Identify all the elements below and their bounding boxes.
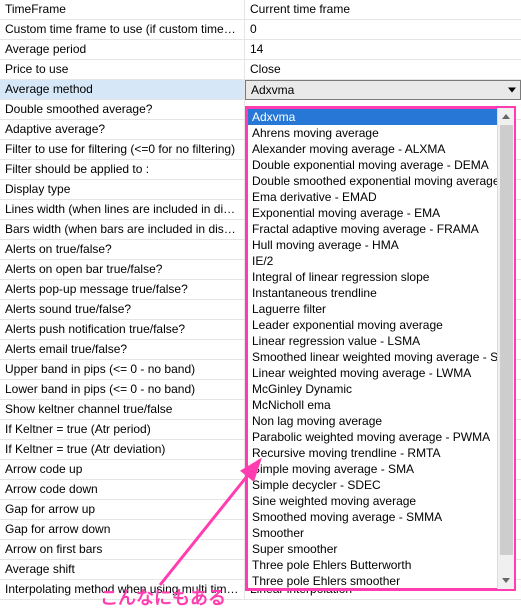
property-label: Adaptive average? (0, 120, 245, 139)
property-label: Bars width (when bars are included in di… (0, 220, 245, 239)
chevron-up-icon (502, 114, 510, 119)
property-label: Arrow on first bars (0, 540, 245, 559)
average-method-dropdown[interactable]: AdxvmaAhrens moving averageAlexander mov… (246, 107, 515, 590)
dropdown-scrollbar[interactable] (497, 108, 514, 589)
dropdown-option[interactable]: IE/2 (247, 253, 497, 269)
property-label: Gap for arrow down (0, 520, 245, 539)
property-label: TimeFrame (0, 0, 245, 19)
dropdown-option[interactable]: Recursive moving trendline - RMTA (247, 445, 497, 461)
property-label: Lines width (when lines are included in … (0, 200, 245, 219)
property-label: Show keltner channel true/false (0, 400, 245, 419)
dropdown-option[interactable]: Hull moving average - HMA (247, 237, 497, 253)
dropdown-option[interactable]: Three pole Ehlers smoother (247, 573, 497, 589)
dropdown-option[interactable]: Leader exponential moving average (247, 317, 497, 333)
dropdown-option[interactable]: Smoother (247, 525, 497, 541)
dropdown-option[interactable]: Linear regression value - LSMA (247, 333, 497, 349)
property-row[interactable]: TimeFrameCurrent time frame (0, 0, 521, 20)
property-row[interactable]: Average period14 (0, 40, 521, 60)
property-label: Alerts push notification true/false? (0, 320, 245, 339)
property-label: Alerts on true/false? (0, 240, 245, 259)
dropdown-option[interactable]: Parabolic weighted moving average - PWMA (247, 429, 497, 445)
dropdown-option[interactable]: Three pole Ehlers Butterworth (247, 557, 497, 573)
dropdown-option[interactable]: Simple decycler - SDEC (247, 477, 497, 493)
dropdown-option[interactable]: Exponential moving average - EMA (247, 205, 497, 221)
dropdown-option[interactable]: Smoothed linear weighted moving average … (247, 349, 497, 365)
dropdown-option[interactable]: Instantaneous trendline (247, 285, 497, 301)
property-label: Lower band in pips (<= 0 - no band) (0, 380, 245, 399)
dropdown-option[interactable]: Linear weighted moving average - LWMA (247, 365, 497, 381)
property-label: Alerts email true/false? (0, 340, 245, 359)
dropdown-option[interactable]: Ahrens moving average (247, 125, 497, 141)
dropdown-option[interactable]: Double smoothed exponential moving avera… (247, 173, 497, 189)
property-label: Arrow code down (0, 480, 245, 499)
dropdown-option[interactable]: Double exponential moving average - DEMA (247, 157, 497, 173)
property-label: Filter should be applied to : (0, 160, 245, 179)
dropdown-option[interactable]: McGinley Dynamic (247, 381, 497, 397)
property-label: Alerts on open bar true/false? (0, 260, 245, 279)
property-label: Display type (0, 180, 245, 199)
dropdown-option[interactable]: McNicholl ema (247, 397, 497, 413)
scroll-thumb[interactable] (500, 125, 513, 555)
dropdown-option[interactable]: Smoothed moving average - SMMA (247, 509, 497, 525)
property-value[interactable]: 0 (245, 20, 521, 39)
property-label: Price to use (0, 60, 245, 79)
dropdown-option[interactable]: Non lag moving average (247, 413, 497, 429)
property-row[interactable]: Custom time frame to use (if custom time… (0, 20, 521, 40)
property-label: Double smoothed average? (0, 100, 245, 119)
property-label: Gap for arrow up (0, 500, 245, 519)
property-label: If Keltner = true (Atr deviation) (0, 440, 245, 459)
dropdown-option[interactable]: Integral of linear regression slope (247, 269, 497, 285)
property-label: Alerts sound true/false? (0, 300, 245, 319)
dropdown-option[interactable]: Super smoother (247, 541, 497, 557)
property-label: Custom time frame to use (if custom time… (0, 20, 245, 39)
dropdown-option[interactable]: Laguerre filter (247, 301, 497, 317)
dropdown-option[interactable]: Adxvma (247, 109, 497, 125)
dropdown-option[interactable]: Ema derivative - EMAD (247, 189, 497, 205)
property-label: If Keltner = true (Atr period) (0, 420, 245, 439)
chevron-down-icon (502, 578, 510, 583)
property-label: Average period (0, 40, 245, 59)
property-label: Average method (0, 80, 245, 99)
property-row[interactable]: Average method Adxvma (0, 80, 521, 100)
scroll-down-button[interactable] (498, 572, 514, 589)
property-label: Interpolating method when using multi ti… (0, 580, 245, 599)
property-label: Arrow code up (0, 460, 245, 479)
property-value[interactable]: Current time frame (245, 0, 521, 19)
property-label: Filter to use for filtering (<=0 for no … (0, 140, 245, 159)
chevron-down-icon (508, 88, 516, 93)
dropdown-list[interactable]: AdxvmaAhrens moving averageAlexander mov… (247, 108, 497, 589)
property-label: Average shift (0, 560, 245, 579)
dropdown-option[interactable]: Alexander moving average - ALXMA (247, 141, 497, 157)
property-value[interactable]: 14 (245, 40, 521, 59)
scroll-up-button[interactable] (498, 108, 514, 125)
average-method-combo[interactable]: Adxvma (245, 80, 521, 100)
dropdown-option[interactable]: Fractal adaptive moving average - FRAMA (247, 221, 497, 237)
property-label: Upper band in pips (<= 0 - no band) (0, 360, 245, 379)
property-value[interactable]: Close (245, 60, 521, 79)
property-row[interactable]: Price to useClose (0, 60, 521, 80)
property-label: Alerts pop-up message true/false? (0, 280, 245, 299)
dropdown-option[interactable]: Sine weighted moving average (247, 493, 497, 509)
dropdown-option[interactable]: Simple moving average - SMA (247, 461, 497, 477)
combo-value: Adxvma (251, 83, 294, 97)
